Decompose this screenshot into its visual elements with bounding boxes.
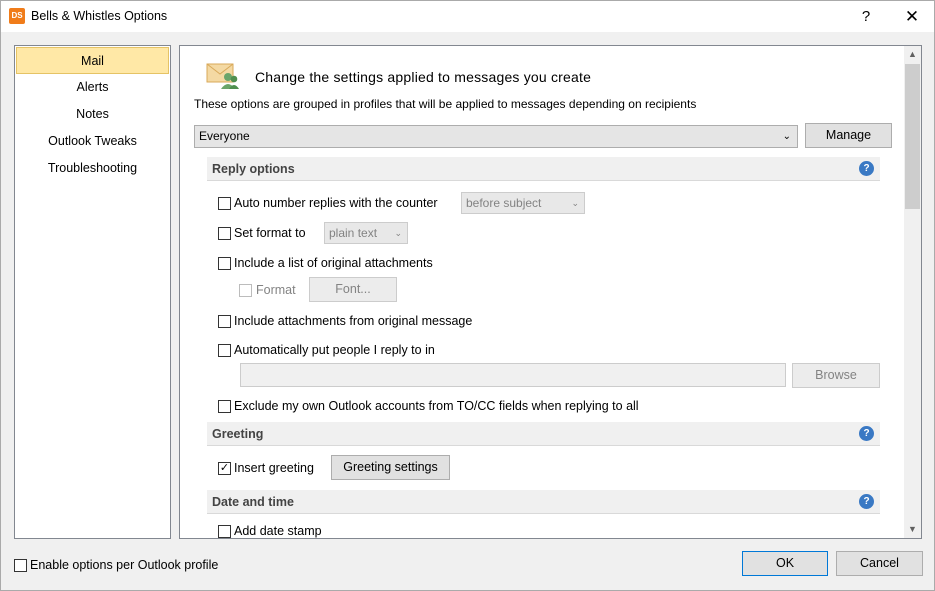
include-attachments-label: Include attachments from original messag… — [234, 314, 473, 328]
insert-greeting-label: Insert greeting — [234, 461, 314, 475]
add-date-stamp-checkbox[interactable] — [218, 525, 231, 538]
vertical-scrollbar[interactable]: ▲ ▼ — [904, 46, 921, 538]
chevron-down-icon: ⌄ — [782, 131, 791, 142]
auto-put-label: Automatically put people I reply to in — [234, 343, 435, 357]
settings-panel: Change the settings applied to messages … — [179, 45, 922, 539]
help-icon[interactable]: ? — [859, 426, 874, 441]
enable-per-profile-checkbox[interactable] — [14, 559, 27, 572]
exclude-accounts-label: Exclude my own Outlook accounts from TO/… — [234, 399, 639, 413]
app-logo-icon: DS — [9, 8, 25, 24]
nav-item-outlook-tweaks[interactable]: Outlook Tweaks — [16, 128, 169, 155]
page-title: Change the settings applied to messages … — [255, 69, 592, 85]
profile-dropdown-value: Everyone — [199, 129, 250, 143]
add-date-stamp-label: Add date stamp — [234, 524, 322, 538]
section-title: Date and time — [212, 495, 294, 509]
auto-put-checkbox[interactable] — [218, 344, 231, 357]
section-reply-options: Reply options ? — [207, 157, 880, 181]
format-label: Format — [256, 283, 296, 297]
enable-per-profile-label: Enable options per Outlook profile — [30, 558, 219, 572]
scroll-thumb[interactable] — [905, 64, 920, 209]
insert-greeting-checkbox[interactable]: ✓ — [218, 462, 231, 475]
set-format-checkbox[interactable] — [218, 227, 231, 240]
auto-number-checkbox[interactable] — [218, 197, 231, 210]
include-list-checkbox[interactable] — [218, 257, 231, 270]
cancel-button[interactable]: Cancel — [836, 551, 923, 576]
include-attachments-checkbox[interactable] — [218, 315, 231, 328]
format-dropdown[interactable]: plain text ⌄ — [324, 222, 408, 244]
include-list-label: Include a list of original attachments — [234, 256, 433, 270]
scroll-up-icon[interactable]: ▲ — [904, 46, 921, 63]
profile-dropdown[interactable]: Everyone ⌄ — [194, 125, 798, 148]
auto-number-label: Auto number replies with the counter — [234, 196, 438, 210]
nav-item-notes[interactable]: Notes — [16, 101, 169, 128]
font-button[interactable]: Font... — [309, 277, 397, 302]
set-format-label: Set format to — [234, 226, 306, 240]
chevron-down-icon: ⌄ — [394, 228, 402, 238]
help-icon[interactable]: ? — [859, 161, 874, 176]
browse-button[interactable]: Browse — [792, 363, 880, 388]
page-subtitle: These options are grouped in profiles th… — [194, 97, 697, 111]
format-value: plain text — [329, 226, 378, 240]
section-date-time: Date and time ? — [207, 490, 880, 514]
exclude-accounts-checkbox[interactable] — [218, 400, 231, 413]
format-checkbox[interactable] — [239, 284, 252, 297]
options-window: DS Bells & Whistles Options ? ✕ Mail Ale… — [0, 0, 935, 591]
scroll-down-icon[interactable]: ▼ — [904, 521, 921, 538]
manage-button[interactable]: Manage — [805, 123, 892, 148]
counter-position-value: before subject — [466, 196, 542, 210]
section-greeting: Greeting ? — [207, 422, 880, 446]
nav-item-troubleshooting[interactable]: Troubleshooting — [16, 155, 169, 182]
window-title: Bells & Whistles Options — [31, 9, 168, 23]
nav-item-mail[interactable]: Mail — [16, 47, 169, 74]
folder-path-input[interactable] — [240, 363, 786, 387]
help-icon[interactable]: ? — [859, 494, 874, 509]
section-title: Reply options — [212, 162, 295, 176]
nav-item-alerts[interactable]: Alerts — [16, 74, 169, 101]
greeting-settings-button[interactable]: Greeting settings — [331, 455, 450, 480]
title-bar: DS Bells & Whistles Options ? ✕ — [1, 1, 934, 32]
chevron-down-icon: ⌄ — [571, 198, 579, 208]
section-title: Greeting — [212, 427, 264, 441]
close-button[interactable]: ✕ — [895, 5, 929, 29]
category-nav: Mail Alerts Notes Outlook Tweaks Trouble… — [14, 45, 171, 539]
help-button[interactable]: ? — [849, 5, 883, 29]
counter-position-dropdown[interactable]: before subject ⌄ — [461, 192, 585, 214]
mail-people-icon — [206, 63, 239, 89]
ok-button[interactable]: OK — [742, 551, 828, 576]
